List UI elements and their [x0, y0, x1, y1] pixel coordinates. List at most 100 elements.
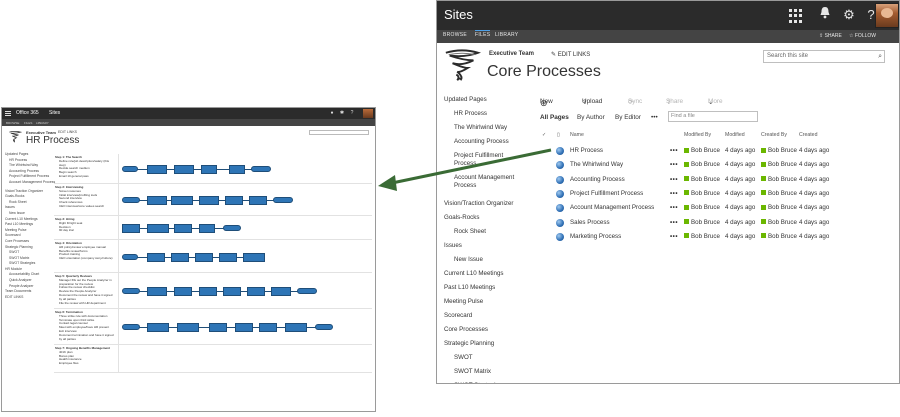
nav-item[interactable]: Current L10 Meetings — [444, 270, 504, 277]
help-icon[interactable]: ? — [349, 110, 355, 116]
nav-item[interactable]: Goals-Rocks — [444, 214, 479, 221]
created-by-cell[interactable]: Bob Bruce — [761, 190, 797, 197]
nav-item[interactable]: Vision/Traction Organizer — [444, 200, 513, 207]
item-menu-ellipsis[interactable]: ••• — [670, 219, 678, 226]
nav-item[interactable]: Strategic Planning — [444, 340, 494, 347]
created-by-cell[interactable]: Bob Bruce — [761, 219, 797, 226]
created-by-name: Bob Bruce — [768, 161, 797, 169]
item-menu-ellipsis[interactable]: ••• — [670, 161, 678, 168]
sites-label[interactable]: Sites — [444, 7, 473, 22]
created-by-cell[interactable]: Bob Bruce — [761, 147, 797, 154]
presence-indicator-icon — [761, 161, 766, 167]
search-icon[interactable]: ⌕ — [878, 51, 882, 62]
column-name[interactable]: Name — [570, 132, 584, 138]
column-modified[interactable]: Modified — [725, 132, 745, 138]
file-row[interactable]: HR Process ••• Bob Bruce 4 days ago Bob Bruc… — [540, 145, 890, 159]
modified-by-cell[interactable]: Bob Bruce — [684, 190, 720, 197]
modified-by-cell[interactable]: Bob Bruce — [684, 219, 720, 226]
gear-icon[interactable]: ✱ — [339, 110, 345, 116]
nav-item[interactable]: Meeting Pulse — [444, 298, 483, 305]
created-by-cell[interactable]: Bob Bruce — [761, 204, 797, 211]
modified-by-cell[interactable]: Bob Bruce — [684, 161, 720, 168]
modified-by-cell[interactable]: Bob Bruce — [684, 204, 720, 211]
nav-item[interactable]: Issues — [444, 242, 462, 249]
bell-icon[interactable]: ● — [329, 110, 335, 116]
nav-item[interactable]: Scorecard — [444, 312, 472, 319]
edit-links[interactable]: EDIT LINKS — [58, 130, 77, 134]
view-all-pages[interactable]: All Pages — [540, 114, 569, 121]
flow-step-box — [147, 223, 169, 233]
search-input[interactable]: Search this site ⌕ — [763, 50, 885, 63]
file-name-link[interactable]: HR Process — [570, 147, 603, 154]
nav-item[interactable]: SWOT Strategies — [454, 382, 502, 383]
bell-icon[interactable] — [815, 5, 835, 25]
edit-links[interactable]: ✎ EDIT LINKS — [551, 51, 590, 58]
view-by-editor[interactable]: By Editor — [615, 114, 641, 121]
find-file-input[interactable]: Find a file — [668, 111, 758, 122]
nav-item[interactable]: HR Process — [454, 110, 487, 117]
nav-item[interactable]: EDIT LINKS — [5, 295, 55, 301]
nav-item[interactable]: Rock Sheet — [454, 228, 486, 235]
tab-browse[interactable]: BROWSE — [6, 121, 19, 125]
avatar[interactable] — [363, 109, 373, 118]
file-row[interactable]: Project Fulfillment Process ••• Bob Bruce 4… — [540, 188, 890, 202]
item-menu-ellipsis[interactable]: ••• — [670, 176, 678, 183]
share-button[interactable]: ⇪ SHARE — [819, 33, 842, 39]
file-name-link[interactable]: Project Fulfillment Process — [570, 190, 643, 197]
tab-files[interactable]: FILES — [475, 30, 491, 38]
item-menu-ellipsis[interactable]: ••• — [670, 204, 678, 211]
sites-label[interactable]: Sites — [49, 110, 60, 117]
search-input[interactable] — [309, 130, 369, 135]
modified-by-name: Bob Bruce — [691, 232, 720, 240]
item-menu-ellipsis[interactable]: ••• — [670, 233, 678, 240]
office365-label[interactable]: Office 365 — [16, 110, 39, 117]
column-modified-by[interactable]: Modified By — [684, 132, 711, 138]
tab-files[interactable]: FILES — [24, 121, 32, 125]
presence-indicator-icon — [761, 204, 766, 210]
modified-by-cell[interactable]: Bob Bruce — [684, 233, 720, 240]
file-row[interactable]: The Whirlwind Way ••• Bob Bruce 4 days ago B… — [540, 159, 890, 173]
avatar[interactable] — [875, 3, 899, 28]
follow-button[interactable]: ☆ FOLLOW — [849, 33, 876, 39]
nav-item[interactable]: Project Fulfillment Process — [454, 152, 522, 168]
created-by-cell[interactable]: Bob Bruce — [761, 161, 797, 168]
created-by-cell[interactable]: Bob Bruce — [761, 176, 797, 183]
nav-item[interactable]: SWOT — [454, 354, 473, 361]
nav-item[interactable]: Past L10 Meetings — [444, 284, 495, 291]
view-by-author[interactable]: By Author — [577, 114, 605, 121]
gear-icon[interactable]: ⚙ — [839, 5, 859, 25]
nav-item[interactable]: Core Processes — [444, 326, 488, 333]
column-created[interactable]: Created — [799, 132, 817, 138]
item-menu-ellipsis[interactable]: ••• — [670, 190, 678, 197]
app-launcher-icon[interactable] — [5, 111, 11, 116]
app-launcher-icon[interactable] — [789, 9, 803, 23]
tab-library[interactable]: LIBRARY — [495, 32, 518, 38]
site-team-name[interactable]: Executive Team — [489, 51, 534, 57]
file-name-link[interactable]: Account Management Process — [570, 204, 654, 211]
file-name-link[interactable]: Marketing Process — [570, 233, 621, 240]
views-more-ellipsis[interactable]: ••• — [651, 114, 658, 121]
created-by-cell[interactable]: Bob Bruce — [761, 233, 797, 240]
nav-item[interactable]: New Issue — [454, 256, 483, 263]
tab-library[interactable]: LIBRARY — [36, 121, 49, 125]
file-row[interactable]: Marketing Process ••• Bob Bruce 4 days ago B… — [540, 231, 890, 245]
file-name-link[interactable]: Accounting Process — [570, 176, 625, 183]
nav-item[interactable]: Updated Pages — [444, 96, 487, 103]
file-name-link[interactable]: Sales Process — [570, 219, 610, 226]
file-row[interactable]: Account Management Process ••• Bob Bruce 4 … — [540, 202, 890, 216]
nav-item[interactable]: Account Management Process — [454, 174, 522, 190]
nav-item[interactable]: Accounting Process — [454, 138, 509, 145]
file-row[interactable]: Sales Process ••• Bob Bruce 4 days ago Bob B… — [540, 217, 890, 231]
column-created-by[interactable]: Created By — [761, 132, 787, 138]
file-name-link[interactable]: The Whirlwind Way — [570, 161, 623, 168]
select-all-checkmark-icon[interactable]: ✓ — [542, 132, 546, 138]
modified-by-cell[interactable]: Bob Bruce — [684, 147, 720, 154]
modified-by-cell[interactable]: Bob Bruce — [684, 176, 720, 183]
nav-item[interactable]: Account Management Process — [5, 180, 55, 186]
nav-item[interactable]: The Whirlwind Way — [454, 124, 507, 131]
item-menu-ellipsis[interactable]: ••• — [670, 147, 678, 154]
modified-by-name: Bob Bruce — [691, 189, 720, 197]
nav-item[interactable]: SWOT Matrix — [454, 368, 491, 375]
file-row[interactable]: Accounting Process ••• Bob Bruce 4 days ago… — [540, 174, 890, 188]
tab-browse[interactable]: BROWSE — [443, 32, 467, 38]
